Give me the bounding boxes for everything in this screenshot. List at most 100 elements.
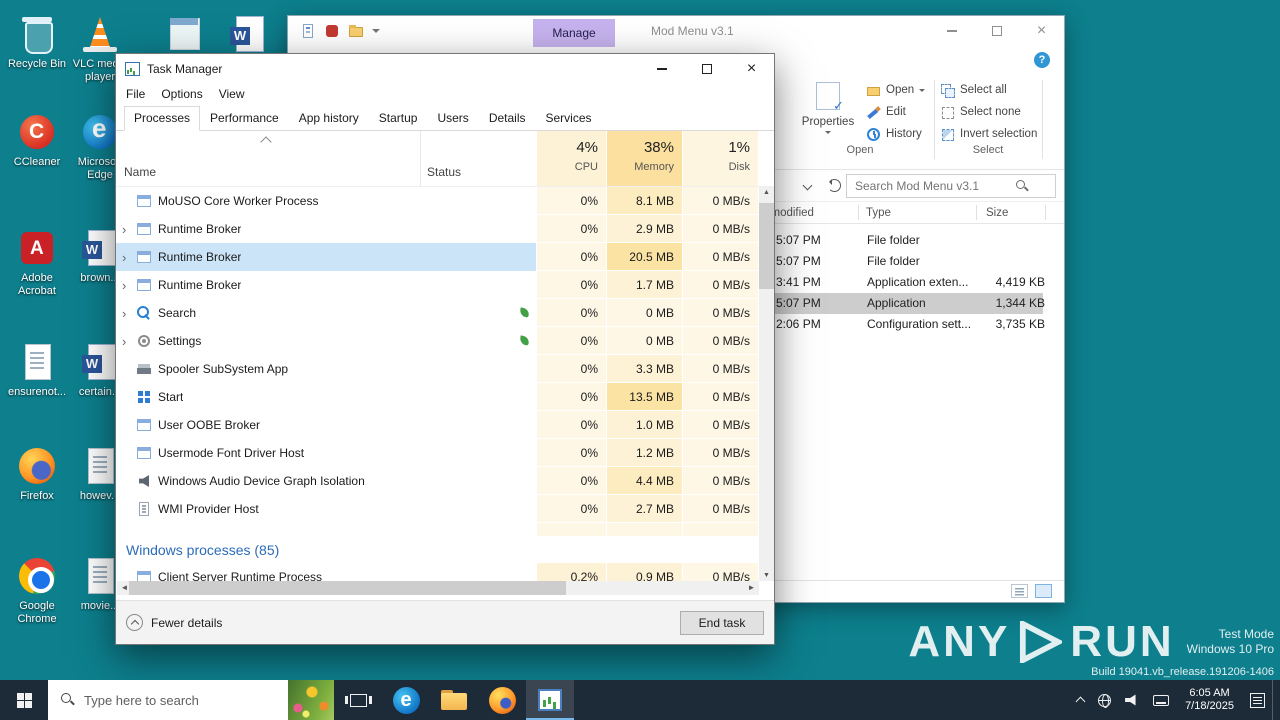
process-row[interactable]: › Runtime Broker 0% 20.5 MB 0 MB/s (116, 243, 774, 271)
scroll-up-icon[interactable]: ▲ (759, 189, 774, 196)
column-header-cpu[interactable]: 4% CPU (536, 131, 606, 186)
desktop-icon[interactable]: Google Chrome (5, 556, 69, 626)
task-manager-tab[interactable]: Performance (200, 106, 289, 131)
search-highlight-image[interactable] (288, 680, 334, 720)
edit-icon (866, 105, 881, 120)
edit-button[interactable]: Edit (866, 104, 925, 120)
scroll-down-icon[interactable]: ▼ (759, 572, 774, 579)
details-view-icon[interactable] (1011, 584, 1028, 598)
column-header-name[interactable]: Name (116, 131, 420, 186)
task-manager-tab[interactable]: Users (427, 106, 478, 131)
scrollbar-thumb[interactable] (759, 203, 774, 289)
explorer-close-button[interactable]: × (1019, 16, 1064, 46)
taskbar-clock[interactable]: 6:05 AM 7/18/2025 (1176, 687, 1243, 713)
taskbar-explorer-button[interactable] (430, 680, 478, 720)
process-row[interactable]: › Runtime Broker 0% 2.9 MB 0 MB/s (116, 215, 774, 243)
process-row[interactable]: › Client Server Runtime Process 0.2% 0.9… (116, 563, 774, 581)
desktop-icon[interactable]: Firefox (5, 446, 69, 503)
history-button[interactable]: History (866, 126, 925, 142)
close-button[interactable]: × (729, 54, 774, 84)
expand-chevron-icon[interactable]: › (122, 251, 135, 264)
explorer-minimize-button[interactable] (929, 16, 974, 46)
process-row[interactable]: › Settings 0% 0 MB 0 MB/s (116, 327, 774, 355)
fewer-details-toggle[interactable]: Fewer details (126, 614, 222, 631)
task-view-button[interactable] (334, 680, 382, 720)
open-button[interactable]: Open (866, 82, 926, 98)
process-row[interactable]: › Search 0% 0 MB 0 MB/s (116, 299, 774, 327)
menu-file[interactable]: File (118, 87, 153, 101)
invert-selection-button[interactable]: Invert selection (940, 126, 1037, 142)
expand-chevron-icon[interactable]: › (122, 335, 135, 348)
desktop-icon[interactable]: Adobe Acrobat (5, 228, 69, 298)
task-manager-tab[interactable]: Details (479, 106, 536, 131)
taskbar-edge-button[interactable]: e (382, 680, 430, 720)
process-row[interactable]: › Start 0% 13.5 MB 0 MB/s (116, 383, 774, 411)
process-row[interactable]: › Spooler SubSystem App 0% 3.3 MB 0 MB/s (116, 355, 774, 383)
properties-button[interactable]: Properties (796, 78, 860, 137)
process-row[interactable]: › Windows Audio Device Graph Isolation 0… (116, 467, 774, 495)
keyboard-icon[interactable] (1146, 680, 1176, 720)
taskbar-firefox-button[interactable] (478, 680, 526, 720)
column-header-memory[interactable]: 38% Memory (606, 131, 682, 186)
process-row[interactable]: › Runtime Broker 0% 1.7 MB 0 MB/s (116, 271, 774, 299)
select-all-button[interactable]: Select all (940, 82, 1037, 98)
explorer-maximize-button[interactable] (974, 16, 1019, 46)
action-center-icon[interactable] (1243, 680, 1272, 720)
taskbar-search-input[interactable] (84, 692, 288, 708)
volume-icon[interactable] (1118, 680, 1146, 720)
explorer-search-box[interactable] (846, 174, 1056, 198)
desktop-icon[interactable]: Recycle Bin (5, 14, 69, 71)
menu-view[interactable]: View (211, 87, 253, 101)
process-row[interactable]: › User OOBE Broker 0% 1.0 MB 0 MB/s (116, 411, 774, 439)
maximize-button[interactable] (684, 54, 729, 84)
task-manager-tab[interactable]: Services (536, 106, 602, 131)
expand-chevron-icon[interactable]: › (122, 279, 135, 292)
network-icon[interactable] (1091, 680, 1118, 720)
process-row[interactable]: › Usermode Font Driver Host 0% 1.2 MB 0 … (116, 439, 774, 467)
desktop-icon[interactable] (216, 14, 280, 54)
process-row[interactable]: › (116, 523, 774, 537)
process-row[interactable]: › MoUSO Core Worker Process 0% 8.1 MB 0 … (116, 187, 774, 215)
address-dropdown-icon[interactable] (802, 180, 813, 191)
tray-chevron-icon[interactable] (1070, 680, 1091, 720)
quick-access-dropdown-icon[interactable] (372, 29, 380, 37)
manage-ribbon-tab[interactable]: Manage (533, 19, 615, 47)
process-cpu-value: 0% (536, 271, 606, 299)
quick-access-new-folder-icon[interactable] (348, 23, 364, 39)
vertical-scrollbar[interactable]: ▲ ▼ (759, 187, 774, 581)
quick-access-icon[interactable] (324, 23, 340, 39)
column-header-size[interactable]: Size (986, 202, 1008, 223)
column-header-status[interactable]: Status (420, 131, 536, 186)
desktop-icon[interactable] (152, 14, 216, 54)
process-group-header[interactable]: Windows processes (85) (116, 537, 774, 563)
thumbnail-view-icon[interactable] (1035, 584, 1052, 598)
task-manager-tab[interactable]: Processes (124, 106, 201, 131)
taskbar-task-manager-button[interactable] (526, 680, 574, 720)
process-name: Settings (158, 334, 202, 348)
horizontal-scrollbar[interactable]: ◄ ► (117, 581, 759, 595)
start-button[interactable] (0, 680, 48, 720)
process-row[interactable]: › WMI Provider Host 0% 2.7 MB 0 MB/s (116, 495, 774, 523)
quick-access-properties-icon[interactable] (300, 23, 316, 39)
scrollbar-thumb[interactable] (129, 581, 566, 595)
scroll-right-icon[interactable]: ► (744, 581, 759, 595)
end-task-button[interactable]: End task (680, 610, 764, 635)
expand-chevron-icon[interactable]: › (122, 223, 135, 236)
explorer-search-input[interactable] (847, 179, 1016, 193)
menu-options[interactable]: Options (153, 87, 210, 101)
desktop-icon[interactable]: CCleaner (5, 112, 69, 169)
task-manager-tab[interactable]: Startup (369, 106, 428, 131)
show-desktop-button[interactable] (1272, 680, 1280, 720)
refresh-icon[interactable] (828, 179, 841, 192)
explorer-window-title: Mod Menu v3.1 (651, 24, 734, 38)
task-manager-tab[interactable]: App history (289, 106, 369, 131)
column-header-disk[interactable]: 1% Disk (682, 131, 758, 186)
taskbar-search-box[interactable] (48, 680, 334, 720)
expand-chevron-icon[interactable]: › (122, 307, 135, 320)
desktop-icon[interactable]: ensurenot... (5, 342, 69, 399)
minimize-button[interactable] (639, 54, 684, 84)
select-none-button[interactable]: Select none (940, 104, 1037, 120)
fewer-details-label: Fewer details (151, 615, 223, 630)
column-header-type[interactable]: Type (866, 202, 891, 223)
help-button[interactable]: ? (1034, 52, 1050, 68)
